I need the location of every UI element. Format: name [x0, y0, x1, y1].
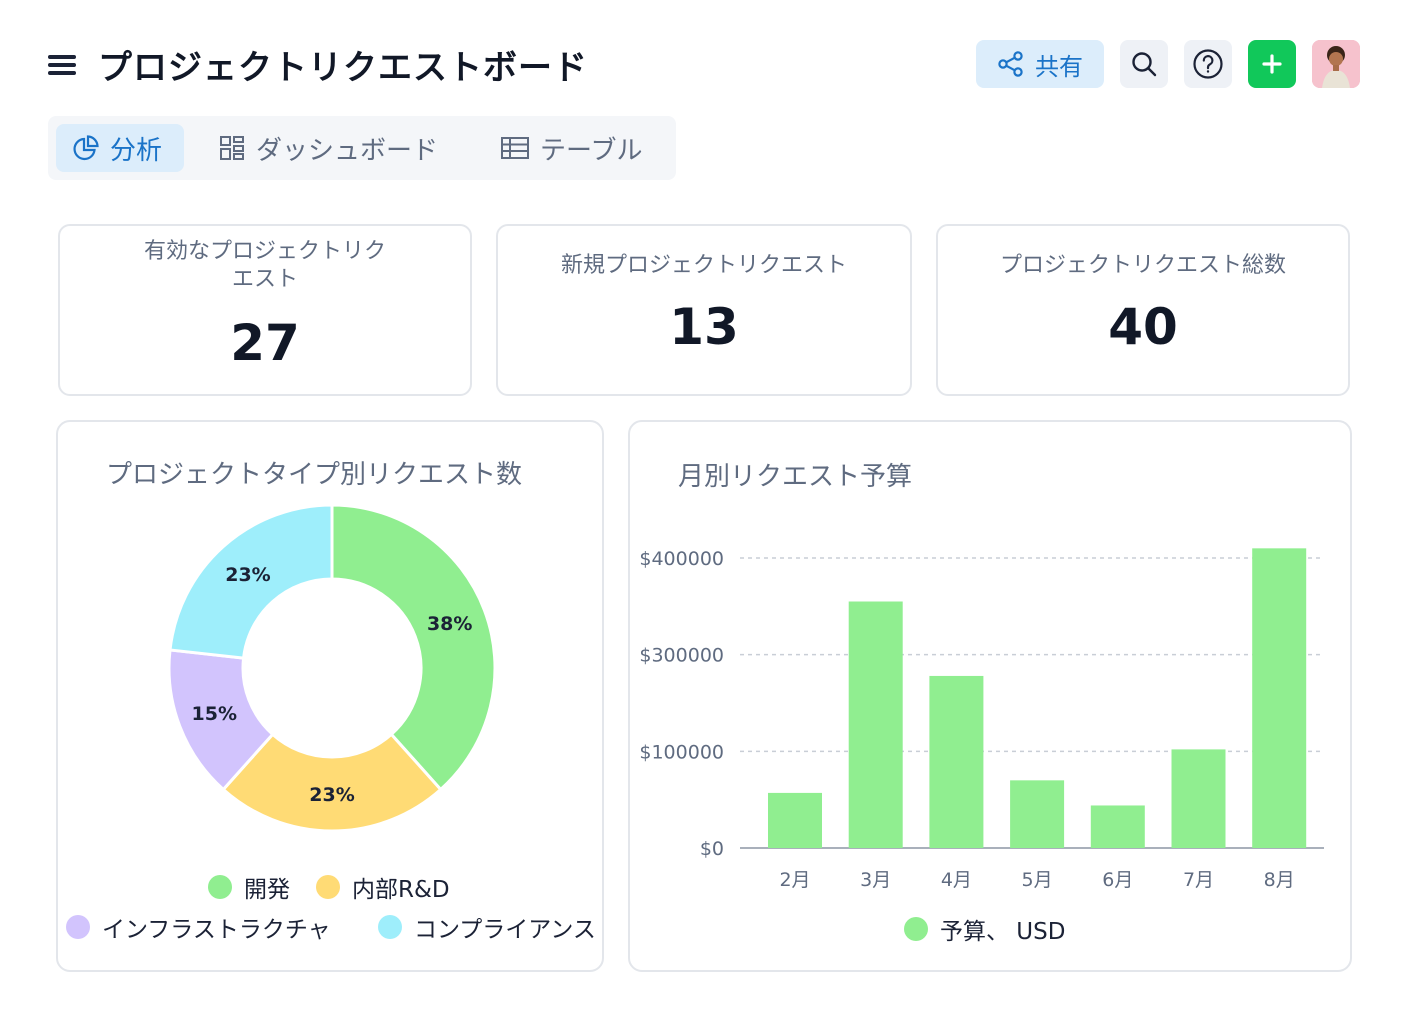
y-tick-label: $400000	[639, 548, 724, 570]
pie-slice-0[interactable]	[330, 503, 497, 792]
legend-dot	[316, 875, 340, 899]
share-label: 共有	[1035, 52, 1083, 81]
y-tick-label: $300000	[639, 645, 724, 667]
bar-chart-panel: 月別リクエスト予算 $0 $100000 $300000 $400000 2月 3月 4月 5…	[628, 420, 1352, 972]
view-tabs: 分析 ダッシュボード テーブル	[48, 116, 676, 180]
user-avatar[interactable]	[1312, 40, 1360, 88]
search-button[interactable]	[1120, 40, 1168, 88]
pie-slice-label: 23%	[225, 564, 270, 586]
x-tick-label: 3月	[860, 869, 891, 891]
x-tick-label: 6月	[1102, 869, 1133, 891]
donut-chart: 38% 23% 15% 23%	[167, 503, 497, 833]
y-tick-label: $0	[700, 838, 724, 860]
kpi-value: 27	[230, 314, 300, 372]
tab-table-label: テーブル	[540, 135, 643, 166]
kpi-label: プロジェクトリクエスト総数	[999, 253, 1286, 278]
table-icon	[501, 137, 529, 159]
help-button[interactable]	[1184, 40, 1232, 88]
y-tick-label: $100000	[639, 741, 724, 763]
x-tick-label: 4月	[941, 869, 972, 891]
pie-chart-icon	[73, 135, 99, 161]
legend-dot	[904, 917, 928, 941]
hamburger-menu-icon[interactable]	[46, 52, 78, 78]
legend-label: インフラストラクチャ	[102, 917, 331, 943]
x-tick-label: 8月	[1264, 869, 1295, 891]
plus-icon	[1262, 54, 1282, 74]
tab-dashboard[interactable]: ダッシュボード	[218, 124, 438, 172]
bar-3[interactable]	[1010, 780, 1065, 848]
legend-label: 開発	[244, 877, 290, 903]
tab-analysis[interactable]: 分析	[56, 124, 184, 172]
legend-dot	[208, 875, 232, 899]
x-tick-label: 5月	[1022, 869, 1053, 891]
legend-dot	[66, 915, 90, 939]
share-icon	[998, 51, 1023, 77]
pie-slice-label: 38%	[427, 613, 472, 635]
kpi-label: 新規プロジェクトリクエスト	[560, 253, 847, 278]
kpi-card-total-requests: プロジェクトリクエスト総数 40	[936, 224, 1350, 396]
search-icon	[1132, 52, 1157, 77]
bar-6[interactable]	[1252, 548, 1307, 848]
tab-dashboard-label: ダッシュボード	[256, 135, 439, 166]
dashboard-grid-icon	[220, 136, 244, 160]
bar-0[interactable]	[768, 792, 822, 848]
kpi-value: 40	[1108, 298, 1178, 356]
bar-legend: 予算、 USD	[904, 912, 1065, 946]
tab-table[interactable]: テーブル	[500, 124, 642, 172]
kpi-value: 13	[669, 298, 739, 356]
legend-item-0[interactable]: 開発	[208, 870, 290, 904]
add-button[interactable]	[1248, 40, 1296, 88]
pie-chart-panel: プロジェクトタイプ別リクエスト数 38% 23% 15% 23% 開発 内部R&D インフ…	[56, 420, 604, 972]
help-icon	[1193, 49, 1223, 79]
legend-label: コンプライアンス	[414, 917, 596, 943]
legend-label: 内部R&D	[352, 877, 450, 903]
bar-4[interactable]	[1090, 805, 1145, 848]
avatar-person-icon	[1312, 40, 1360, 88]
legend-item-3[interactable]: コンプライアンス	[378, 910, 596, 944]
legend-item-1[interactable]: 内部R&D	[316, 870, 450, 904]
tab-analysis-label: 分析	[110, 135, 163, 166]
kpi-card-new-requests: 新規プロジェクトリクエスト 13	[496, 224, 912, 396]
bar-2[interactable]	[929, 675, 984, 848]
share-button[interactable]: 共有	[976, 40, 1104, 88]
page-title: プロジェクトリクエストボード	[98, 48, 588, 88]
pie-slice-label: 15%	[192, 703, 237, 725]
bar-chart: $0 $100000 $300000 $400000 2月 3月 4月 5月 6月 7月 8月	[639, 548, 1324, 891]
kpi-card-active-requests: 有効なプロジェクトリク エスト 27	[58, 224, 472, 396]
header: プロジェクトリクエストボード 共有	[0, 0, 1408, 120]
pie-slice-label: 23%	[309, 784, 354, 806]
x-tick-label: 7月	[1183, 869, 1214, 891]
bar-1[interactable]	[848, 601, 903, 849]
kpi-label: 有効なプロジェクトリク エスト	[143, 239, 386, 292]
pie-chart-title: プロジェクトタイプ別リクエスト数	[106, 460, 523, 490]
bar-5[interactable]	[1171, 749, 1226, 848]
legend-item-2[interactable]: インフラストラクチャ	[66, 910, 331, 944]
legend-dot	[378, 915, 402, 939]
legend-label: 予算、 USD	[940, 919, 1066, 945]
x-tick-label: 2月	[779, 869, 810, 891]
